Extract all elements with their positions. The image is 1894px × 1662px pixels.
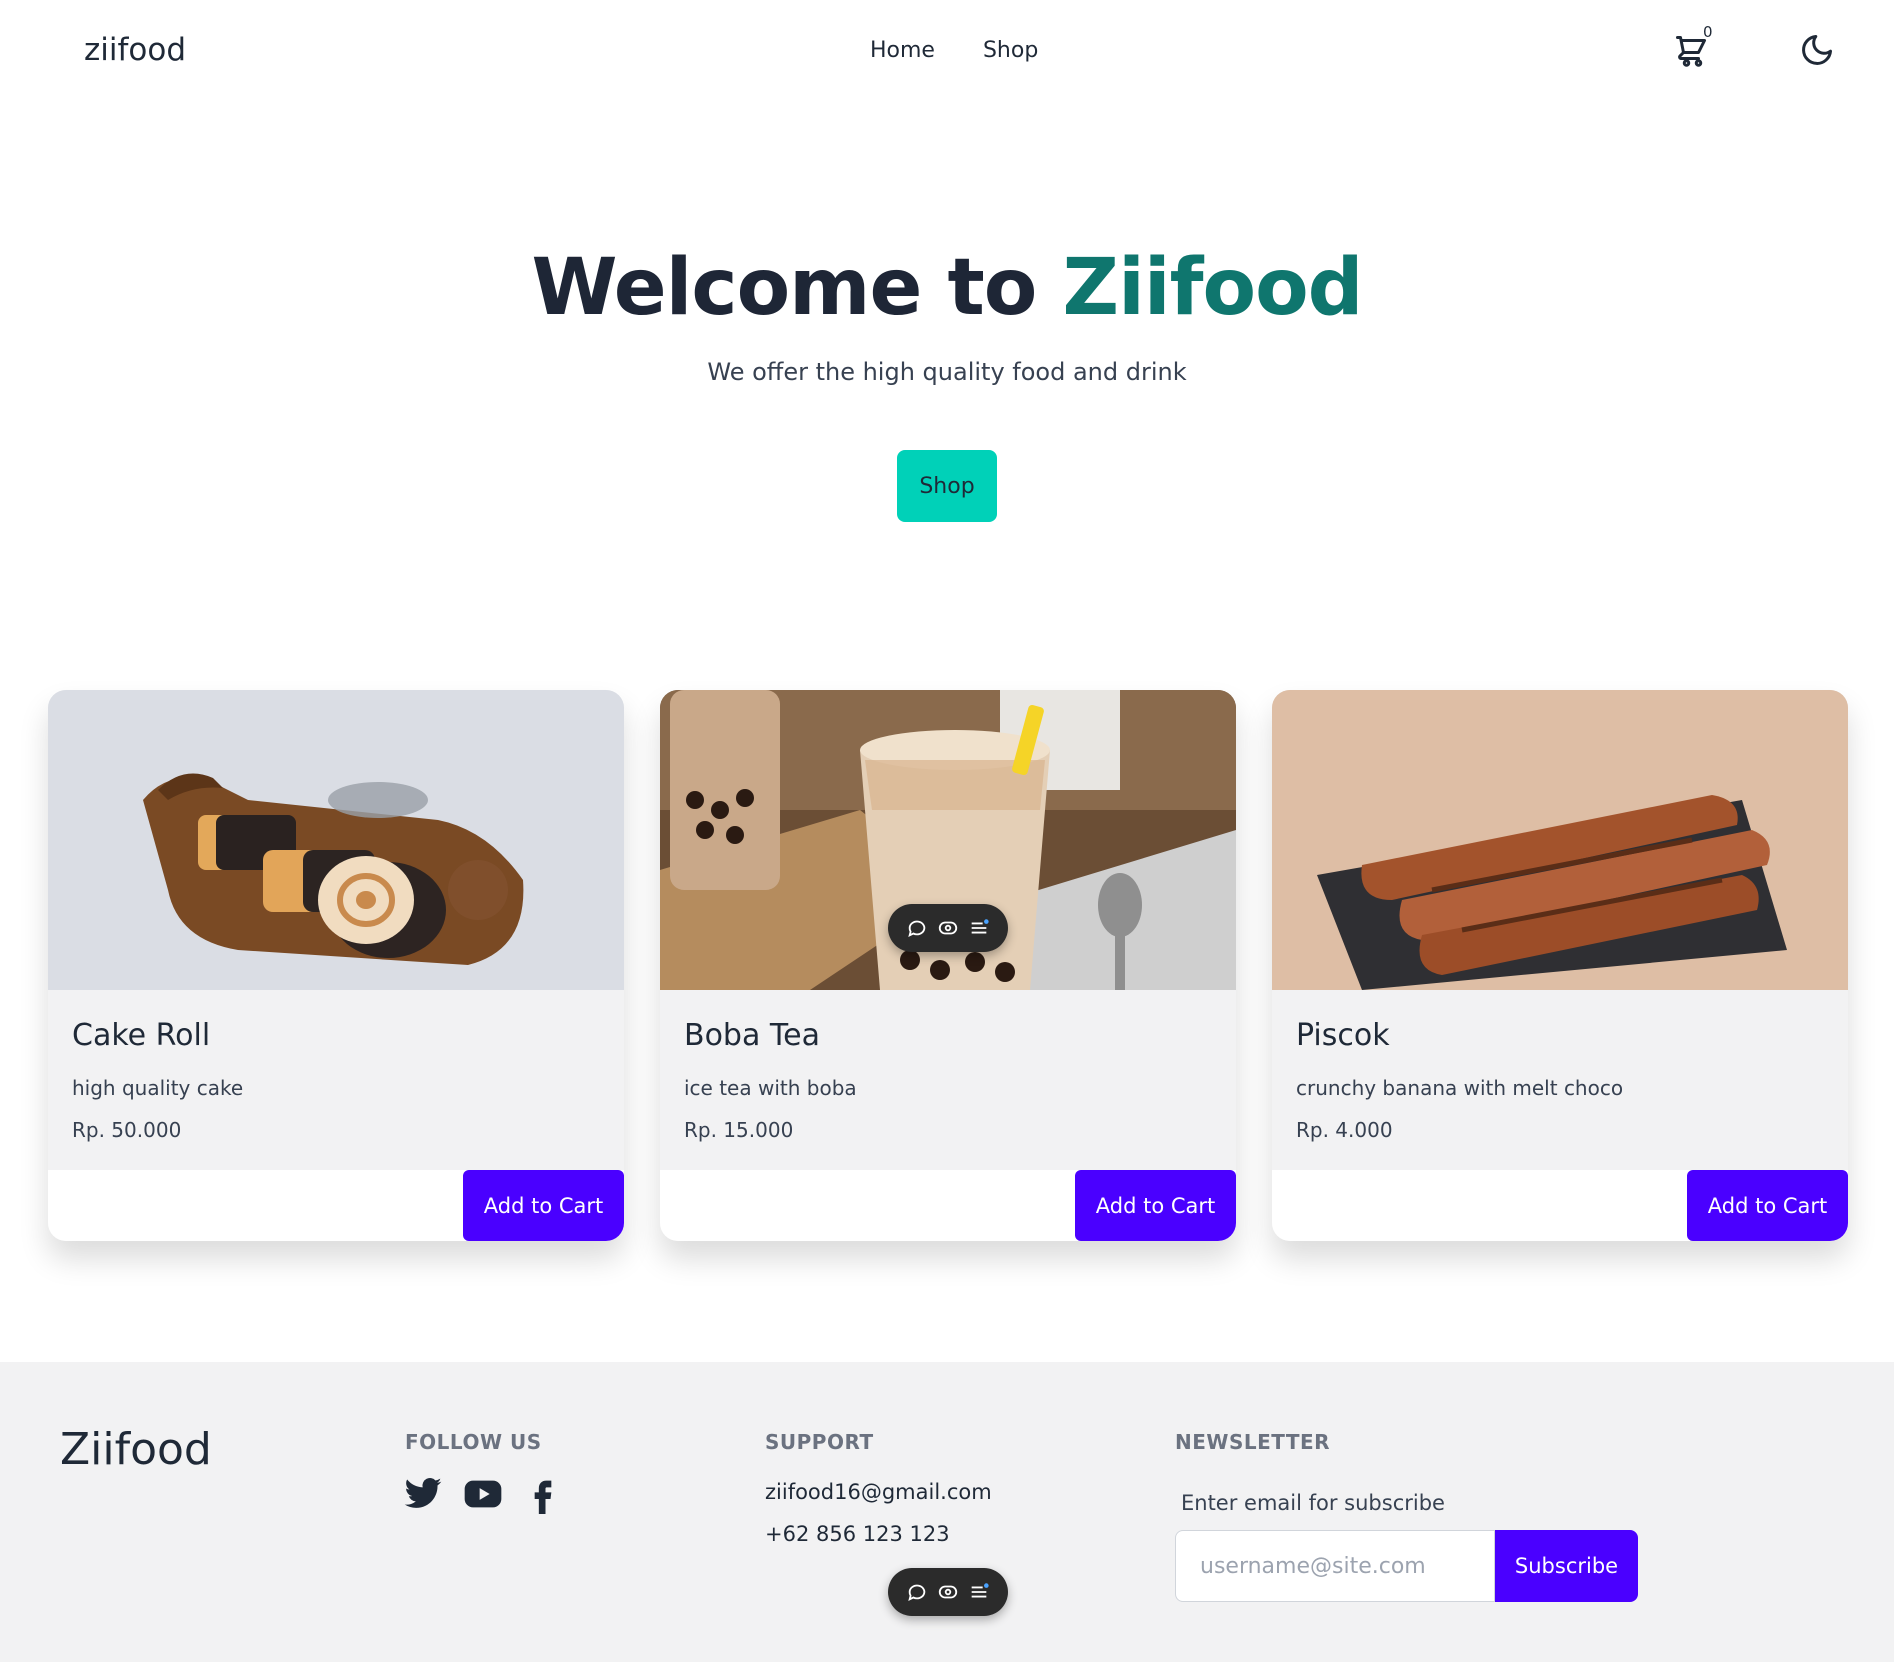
product-description: ice tea with boba bbox=[684, 1076, 857, 1100]
footer-brand: Ziifood bbox=[60, 1424, 212, 1475]
product-price: Rp. 50.000 bbox=[72, 1118, 182, 1142]
comment-icon[interactable] bbox=[906, 1581, 928, 1603]
footer: Ziifood FOLLOW US SUPPORT ziifood16@gmai… bbox=[0, 1362, 1894, 1662]
nav-home-link[interactable]: Home bbox=[870, 38, 935, 63]
support-heading: SUPPORT bbox=[765, 1430, 874, 1454]
hero-shop-button[interactable]: Shop bbox=[897, 450, 997, 522]
navbar: ziifood Home Shop 0 bbox=[0, 0, 1894, 104]
newsletter-heading: NEWSLETTER bbox=[1175, 1430, 1331, 1454]
product-price: Rp. 4.000 bbox=[1296, 1118, 1393, 1142]
facebook-icon[interactable] bbox=[523, 1474, 563, 1514]
add-to-cart-button[interactable]: Add to Cart bbox=[1075, 1170, 1236, 1241]
hero-title-accent: Ziifood bbox=[1062, 243, 1364, 333]
product-description: high quality cake bbox=[72, 1076, 244, 1100]
product-description: crunchy banana with melt choco bbox=[1296, 1076, 1624, 1100]
product-name: Boba Tea bbox=[684, 1018, 820, 1053]
youtube-icon[interactable] bbox=[463, 1474, 503, 1514]
newsletter-label: Enter email for subscribe bbox=[1181, 1491, 1445, 1515]
floating-toolbar-bottom bbox=[888, 1568, 1008, 1616]
floating-toolbar bbox=[888, 904, 1008, 952]
hero-subtitle: We offer the high quality food and drink bbox=[707, 358, 1187, 386]
cart-count-badge: 0 bbox=[1703, 23, 1713, 41]
product-card-cake-roll: Cake Roll high quality cake Rp. 50.000 A… bbox=[48, 690, 624, 1241]
eye-icon[interactable] bbox=[937, 917, 959, 939]
support-email[interactable]: ziifood16@gmail.com bbox=[765, 1480, 992, 1504]
product-price: Rp. 15.000 bbox=[684, 1118, 794, 1142]
newsletter-email-input[interactable] bbox=[1175, 1530, 1495, 1602]
navbar-brand[interactable]: ziifood bbox=[84, 32, 186, 68]
product-card-boba-tea: Boba Tea ice tea with boba Rp. 15.000 Ad… bbox=[660, 690, 1236, 1241]
menu-icon[interactable] bbox=[968, 917, 990, 939]
follow-us-heading: FOLLOW US bbox=[405, 1430, 542, 1454]
subscribe-button[interactable]: Subscribe bbox=[1495, 1530, 1638, 1602]
product-card-piscok: Piscok crunchy banana with melt choco Rp… bbox=[1272, 690, 1848, 1241]
nav-shop-link[interactable]: Shop bbox=[983, 38, 1038, 63]
product-name: Cake Roll bbox=[72, 1018, 211, 1053]
add-to-cart-button[interactable]: Add to Cart bbox=[1687, 1170, 1848, 1241]
eye-icon[interactable] bbox=[937, 1581, 959, 1603]
twitter-icon[interactable] bbox=[403, 1474, 443, 1514]
add-to-cart-button[interactable]: Add to Cart bbox=[463, 1170, 624, 1241]
product-image-piscok bbox=[1272, 690, 1848, 990]
support-phone[interactable]: +62 856 123 123 bbox=[765, 1522, 950, 1546]
menu-icon[interactable] bbox=[968, 1581, 990, 1603]
hero-title: Welcome to Ziifood bbox=[0, 243, 1894, 333]
product-image-cake-roll bbox=[48, 690, 624, 990]
comment-icon[interactable] bbox=[906, 917, 928, 939]
nav-links: Home Shop bbox=[870, 38, 1038, 63]
hero-title-prefix: Welcome to bbox=[531, 243, 1037, 333]
product-name: Piscok bbox=[1296, 1018, 1390, 1053]
moon-icon[interactable] bbox=[1799, 32, 1835, 68]
